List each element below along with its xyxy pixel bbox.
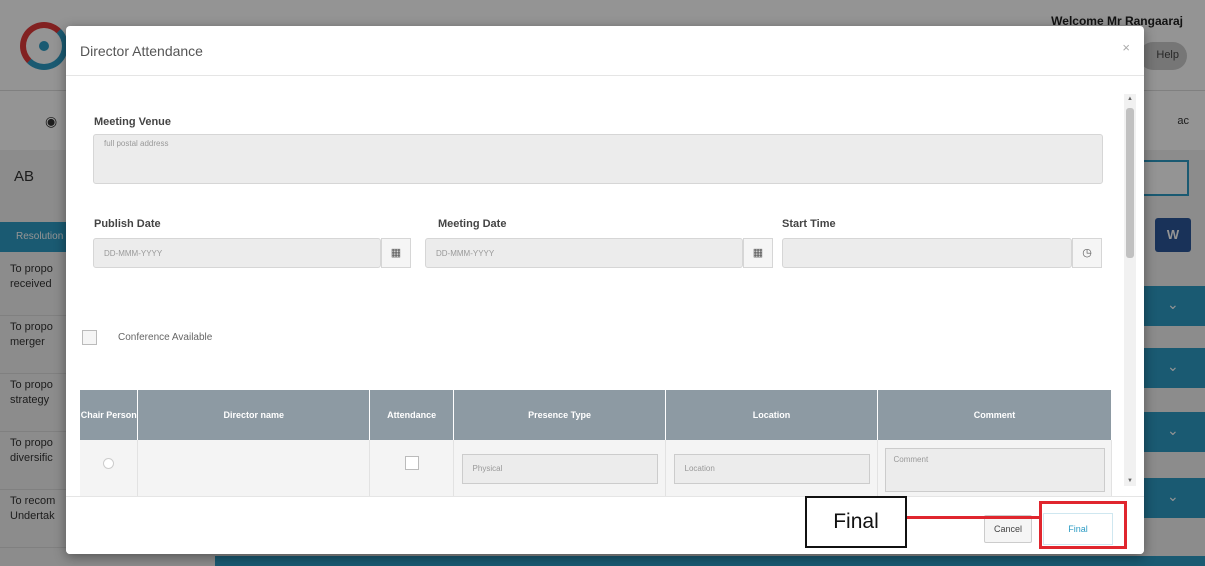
scroll-thumb[interactable] <box>1126 108 1134 258</box>
scroll-up-icon[interactable]: ▲ <box>1127 96 1133 102</box>
comment-cell: Comment <box>877 440 1112 496</box>
column-header: Location <box>665 390 878 440</box>
column-header: Presence Type <box>453 390 667 440</box>
column-header: Comment <box>877 390 1112 440</box>
meeting-venue-input[interactable]: full postal address <box>93 134 1103 184</box>
attendance-cell <box>369 440 455 496</box>
attendance-table: Chair Person Director name Attendance Pr… <box>80 390 1112 496</box>
location-cell: Location <box>665 440 878 496</box>
conference-available-checkbox[interactable] <box>82 330 97 345</box>
modal-header: Director Attendance × <box>66 26 1144 76</box>
attendance-checkbox[interactable] <box>404 456 419 470</box>
clock-icon[interactable]: ◷ <box>1072 238 1102 268</box>
chair-person-cell <box>80 440 139 496</box>
publish-date-label: Publish Date <box>94 218 161 230</box>
presence-type-select[interactable]: Physical <box>461 454 658 484</box>
location-input[interactable]: Location <box>673 454 870 484</box>
column-header: Director name <box>137 390 371 440</box>
modal-footer: Cancel Final <box>66 496 1144 554</box>
calendar-icon[interactable]: ▦ <box>743 238 773 268</box>
annotation-connector <box>907 516 1041 519</box>
close-icon[interactable]: × <box>1122 40 1130 55</box>
start-time-label: Start Time <box>782 218 836 230</box>
column-header: Attendance <box>369 390 455 440</box>
column-header: Chair Person <box>80 390 139 440</box>
director-name-cell <box>137 440 371 496</box>
scroll-down-icon[interactable]: ▼ <box>1127 478 1133 484</box>
modal-title: Director Attendance <box>80 43 203 59</box>
start-time-input[interactable] <box>782 238 1072 268</box>
table-row: Physical Location Comment <box>80 440 1112 496</box>
annotation-highlight <box>1039 501 1127 549</box>
meeting-date-input[interactable]: DD-MMM-YYYY <box>425 238 743 268</box>
meeting-venue-label: Meeting Venue <box>94 116 172 128</box>
comment-textarea[interactable]: Comment <box>884 448 1105 492</box>
presence-type-cell: Physical <box>453 440 667 496</box>
publish-date-input[interactable]: DD-MMM-YYYY <box>93 238 381 268</box>
chair-person-radio[interactable] <box>103 458 115 469</box>
cancel-button[interactable]: Cancel <box>984 515 1032 543</box>
table-header-row: Chair Person Director name Attendance Pr… <box>80 390 1112 440</box>
calendar-icon[interactable]: ▦ <box>381 238 411 268</box>
modal-scrollbar[interactable]: ▲ ▼ <box>1124 94 1136 486</box>
modal-body: Meeting Venue full postal address Publis… <box>66 76 1126 496</box>
meeting-date-label: Meeting Date <box>438 218 507 230</box>
conference-available-label: Conference Available <box>118 332 213 343</box>
annotation-callout: Final <box>805 496 907 548</box>
director-attendance-modal: Director Attendance × Meeting Venue full… <box>66 26 1144 554</box>
